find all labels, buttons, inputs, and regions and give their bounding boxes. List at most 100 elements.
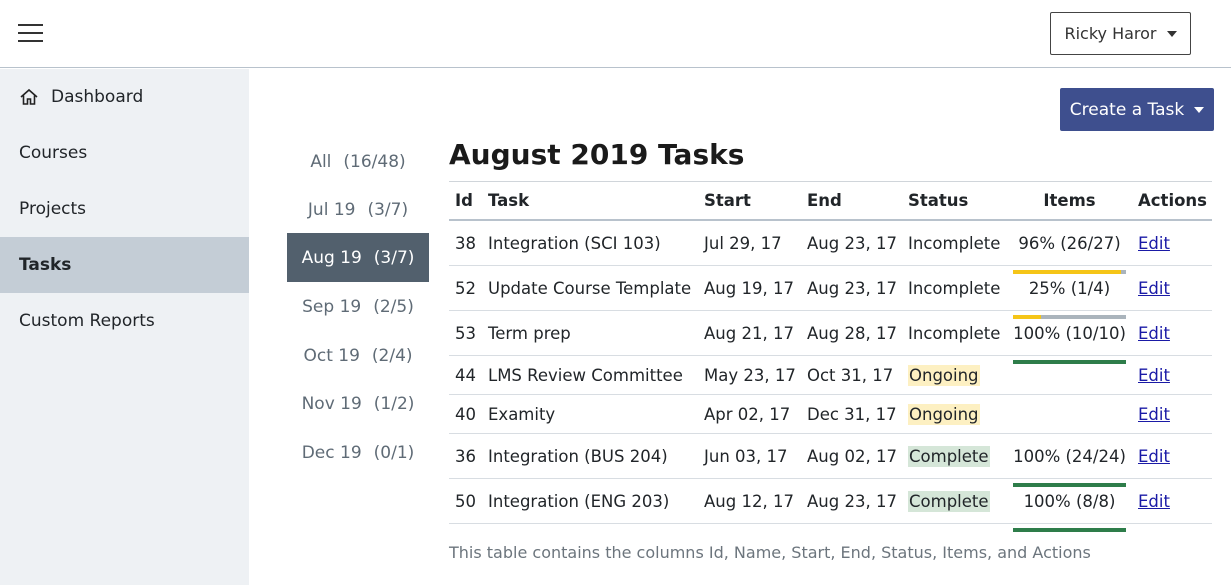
sidebar-item-tasks[interactable]: Tasks (0, 237, 249, 293)
month-count: (2/4) (371, 345, 413, 366)
month-filter-jul-19[interactable]: Jul 19 (3/7) (287, 185, 429, 234)
task-end: Aug 23, 17 (807, 491, 897, 511)
task-id: 40 (455, 404, 476, 424)
sidebar-item-label: Courses (19, 143, 88, 163)
month-label: Dec 19 (301, 442, 362, 463)
sidebar-item-label: Custom Reports (19, 311, 155, 331)
items-progress-wrap: 100% (8/8) (1024, 492, 1116, 511)
task-start: Aug 19, 17 (704, 278, 794, 298)
task-status: Complete (908, 479, 990, 523)
status-text: Incomplete (908, 233, 1001, 253)
user-menu-button[interactable]: Ricky Haror (1050, 12, 1191, 55)
column-header-status[interactable]: Status (908, 182, 968, 219)
sidebar-item-dashboard[interactable]: Dashboard (0, 69, 249, 125)
column-header-id[interactable]: Id (455, 182, 473, 219)
task-status: Incomplete (908, 221, 1000, 265)
edit-link[interactable]: Edit (1138, 324, 1170, 343)
progress-bar (1013, 528, 1126, 532)
status-badge-ongoing: Ongoing (908, 403, 980, 425)
month-filter-oct-19[interactable]: Oct 19 (2/4) (287, 331, 429, 380)
items-progress-wrap: 25% (1/4) (1029, 279, 1110, 298)
month-filter-all[interactable]: All (16/48) (287, 137, 429, 186)
table-row: 50 Integration (ENG 203) Aug 12, 17 Aug … (449, 479, 1212, 532)
task-items: 25% (1/4) (1013, 266, 1126, 319)
task-start: Jun 03, 17 (704, 446, 788, 466)
month-label: All (310, 151, 332, 172)
month-count: (3/7) (373, 247, 415, 268)
column-header-actions: Actions (1138, 191, 1207, 210)
column-header-task[interactable]: Task (488, 182, 529, 219)
task-end: Aug 28, 17 (807, 323, 897, 343)
status-text: Incomplete (908, 278, 1001, 298)
menu-icon[interactable] (18, 22, 43, 42)
task-id: 44 (455, 365, 476, 385)
table-row: 40 Examity Apr 02, 17 Dec 31, 17 Ongoing… (449, 395, 1212, 434)
task-name: Integration (SCI 103) (488, 233, 661, 253)
edit-link-cell: Edit (1138, 479, 1170, 523)
task-start: May 23, 17 (704, 365, 796, 385)
column-header-end[interactable]: End (807, 182, 842, 219)
month-count: (2/5) (373, 296, 414, 317)
task-id: 50 (455, 491, 476, 511)
month-count: (1/2) (373, 393, 415, 414)
month-filter-dec-19[interactable]: Dec 19 (0/1) (287, 428, 429, 477)
items-progress-wrap: 100% (10/10) (1013, 324, 1126, 343)
sidebar-item-label: Tasks (19, 255, 72, 275)
task-status: Ongoing (908, 395, 980, 433)
table-row: 53 Term prep Aug 21, 17 Aug 28, 17 Incom… (449, 311, 1212, 364)
table-row: 44 LMS Review Committee May 23, 17 Oct 3… (449, 356, 1212, 395)
task-end: Aug 23, 17 (807, 278, 897, 298)
caret-down-icon (1166, 30, 1177, 37)
month-filter-aug-19[interactable]: Aug 19 (3/7) (287, 233, 429, 282)
items-progress-wrap: 96% (26/27) (1018, 234, 1120, 253)
task-end: Aug 02, 17 (807, 446, 897, 466)
sidebar-item-courses[interactable]: Courses (0, 125, 249, 181)
task-start: Aug 12, 17 (704, 491, 794, 511)
task-id: 53 (455, 323, 476, 343)
items-text: 100% (24/24) (1013, 446, 1126, 466)
sidebar-item-custom-reports[interactable]: Custom Reports (0, 293, 249, 349)
table-row: 38 Integration (SCI 103) Jul 29, 17 Aug … (449, 221, 1212, 274)
task-end: Aug 23, 17 (807, 233, 897, 253)
page-title: August 2019 Tasks (449, 138, 745, 171)
edit-link[interactable]: Edit (1138, 234, 1170, 253)
edit-link-cell: Edit (1138, 221, 1170, 265)
month-label: Jul 19 (307, 199, 356, 220)
sidebar: Dashboard Courses Projects Tasks Custom … (0, 69, 249, 585)
items-text: 96% (26/27) (1018, 233, 1121, 253)
status-badge-complete: Complete (908, 490, 990, 512)
table-caption: This table contains the columns Id, Name… (449, 543, 1091, 562)
task-start: Jul 29, 17 (704, 233, 782, 253)
column-header-start[interactable]: Start (704, 182, 751, 219)
edit-link[interactable]: Edit (1138, 492, 1170, 511)
table-row: 52 Update Course Template Aug 19, 17 Aug… (449, 266, 1212, 319)
task-status: Complete (908, 434, 990, 478)
edit-link[interactable]: Edit (1138, 405, 1170, 424)
status-text: Incomplete (908, 323, 1001, 343)
month-count: (16/48) (343, 151, 406, 172)
sidebar-item-label: Dashboard (51, 87, 144, 107)
month-filter-sep-19[interactable]: Sep 19 (2/5) (287, 282, 429, 331)
tasks-table: Id Task Start End Status Items Actions 3… (449, 181, 1212, 532)
task-status: Incomplete (908, 266, 1000, 310)
task-status: Ongoing (908, 356, 980, 394)
create-task-button[interactable]: Create a Task (1060, 88, 1214, 131)
task-items: 96% (26/27) (1013, 221, 1126, 274)
sidebar-item-label: Projects (19, 199, 87, 219)
edit-link[interactable]: Edit (1138, 366, 1170, 385)
edit-link[interactable]: Edit (1138, 279, 1170, 298)
task-name: Term prep (488, 323, 571, 343)
task-start: Aug 21, 17 (704, 323, 794, 343)
items-text: 25% (1/4) (1028, 278, 1111, 298)
sidebar-item-projects[interactable]: Projects (0, 181, 249, 237)
edit-link[interactable]: Edit (1138, 447, 1170, 466)
task-items: 100% (24/24) (1013, 434, 1126, 487)
column-header-items[interactable]: Items (1013, 182, 1126, 219)
task-name: LMS Review Committee (488, 365, 683, 385)
progress-fill (1013, 528, 1126, 532)
month-filter-nov-19[interactable]: Nov 19 (1/2) (287, 379, 429, 428)
month-count: (0/1) (373, 442, 415, 463)
month-label: Oct 19 (303, 345, 360, 366)
edit-link-cell: Edit (1138, 311, 1170, 355)
task-name: Examity (488, 404, 556, 424)
